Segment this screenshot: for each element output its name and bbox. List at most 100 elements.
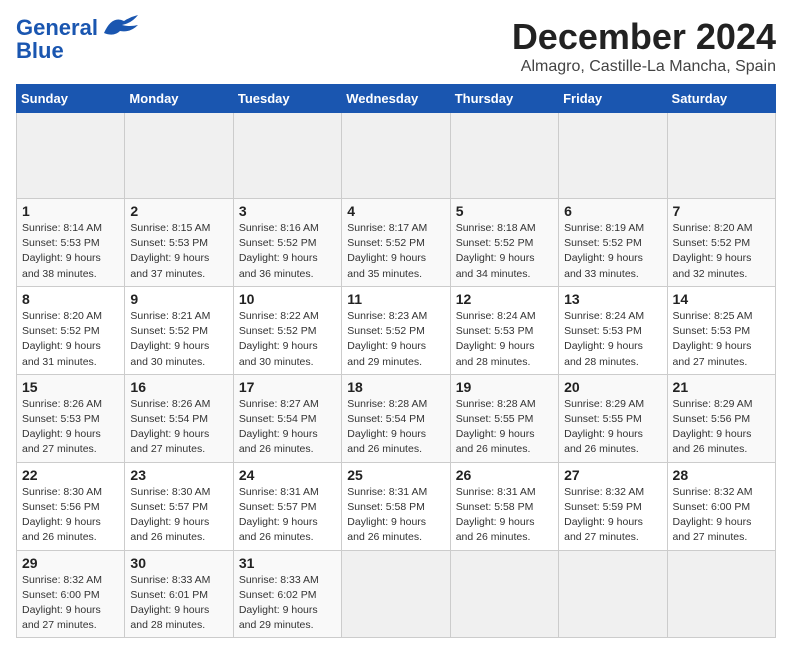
calendar-cell: 23Sunrise: 8:30 AM Sunset: 5:57 PM Dayli… xyxy=(125,462,233,550)
day-number: 27 xyxy=(564,467,661,483)
col-header-wednesday: Wednesday xyxy=(342,85,450,113)
location-title: Almagro, Castille-La Mancha, Spain xyxy=(512,58,776,76)
calendar-week-row: 22 Sunrise: 8:30 AM Sunset: 5:56 PM Dayli… xyxy=(17,462,776,550)
day-number: 9 xyxy=(130,291,227,307)
logo-bird-icon xyxy=(102,13,140,39)
calendar-cell: 26 Sunrise: 8:31 AM Sunset: 5:58 PM Dayli… xyxy=(450,462,558,550)
calendar-cell xyxy=(667,550,775,638)
day-info: Sunrise: 8:28 AM Sunset: 5:55 PM Dayligh… xyxy=(456,397,553,458)
day-number: 18 xyxy=(347,379,444,395)
day-info: Sunrise: 8:15 AM Sunset: 5:53 PM Dayligh… xyxy=(130,221,227,282)
calendar-cell: 10Sunrise: 8:22 AM Sunset: 5:52 PM Dayli… xyxy=(233,286,341,374)
calendar-week-row: 8 Sunrise: 8:20 AM Sunset: 5:52 PM Daylig… xyxy=(17,286,776,374)
day-info: Sunrise: 8:26 AM Sunset: 5:54 PM Dayligh… xyxy=(130,397,227,458)
calendar-cell: 6 Sunrise: 8:19 AM Sunset: 5:52 PM Daylig… xyxy=(559,199,667,287)
day-number: 7 xyxy=(673,203,770,219)
day-number: 20 xyxy=(564,379,661,395)
day-info: Sunrise: 8:31 AM Sunset: 5:58 PM Dayligh… xyxy=(347,485,444,546)
calendar-cell xyxy=(450,550,558,638)
calendar-cell: 17Sunrise: 8:27 AM Sunset: 5:54 PM Dayli… xyxy=(233,374,341,462)
day-number: 28 xyxy=(673,467,770,483)
day-info: Sunrise: 8:24 AM Sunset: 5:53 PM Dayligh… xyxy=(564,309,661,370)
day-number: 16 xyxy=(130,379,227,395)
calendar-cell: 19Sunrise: 8:28 AM Sunset: 5:55 PM Dayli… xyxy=(450,374,558,462)
day-number: 6 xyxy=(564,203,661,219)
page-header: General Blue December 2024 Almagro, Cast… xyxy=(16,16,776,76)
col-header-sunday: Sunday xyxy=(17,85,125,113)
day-number: 3 xyxy=(239,203,336,219)
day-info: Sunrise: 8:18 AM Sunset: 5:52 PM Dayligh… xyxy=(456,221,553,282)
day-info: Sunrise: 8:26 AM Sunset: 5:53 PM Dayligh… xyxy=(22,397,119,458)
day-info: Sunrise: 8:20 AM Sunset: 5:52 PM Dayligh… xyxy=(22,309,119,370)
day-number: 29 xyxy=(22,555,119,571)
day-number: 30 xyxy=(130,555,227,571)
calendar-cell: 16 Sunrise: 8:26 AM Sunset: 5:54 PM Dayli… xyxy=(125,374,233,462)
calendar-cell: 8 Sunrise: 8:20 AM Sunset: 5:52 PM Daylig… xyxy=(17,286,125,374)
calendar-cell: 22 Sunrise: 8:30 AM Sunset: 5:56 PM Dayli… xyxy=(17,462,125,550)
calendar-cell: 5 Sunrise: 8:18 AM Sunset: 5:52 PM Daylig… xyxy=(450,199,558,287)
day-number: 23 xyxy=(130,467,227,483)
day-info: Sunrise: 8:29 AM Sunset: 5:56 PM Dayligh… xyxy=(673,397,770,458)
day-number: 5 xyxy=(456,203,553,219)
calendar-header-row: SundayMondayTuesdayWednesdayThursdayFrid… xyxy=(17,85,776,113)
calendar-cell xyxy=(342,550,450,638)
day-info: Sunrise: 8:14 AM Sunset: 5:53 PM Dayligh… xyxy=(22,221,119,282)
day-info: Sunrise: 8:31 AM Sunset: 5:57 PM Dayligh… xyxy=(239,485,336,546)
logo-general: General xyxy=(16,15,98,40)
calendar-cell xyxy=(450,113,558,199)
calendar-table: SundayMondayTuesdayWednesdayThursdayFrid… xyxy=(16,84,776,638)
calendar-cell xyxy=(342,113,450,199)
col-header-tuesday: Tuesday xyxy=(233,85,341,113)
day-info: Sunrise: 8:31 AM Sunset: 5:58 PM Dayligh… xyxy=(456,485,553,546)
calendar-cell xyxy=(17,113,125,199)
col-header-thursday: Thursday xyxy=(450,85,558,113)
calendar-cell xyxy=(559,113,667,199)
calendar-cell: 25Sunrise: 8:31 AM Sunset: 5:58 PM Dayli… xyxy=(342,462,450,550)
day-number: 10 xyxy=(239,291,336,307)
day-number: 24 xyxy=(239,467,336,483)
day-number: 11 xyxy=(347,291,444,307)
day-number: 2 xyxy=(130,203,227,219)
calendar-week-row: 15 Sunrise: 8:26 AM Sunset: 5:53 PM Dayli… xyxy=(17,374,776,462)
calendar-week-row xyxy=(17,113,776,199)
calendar-cell: 27 Sunrise: 8:32 AM Sunset: 5:59 PM Dayli… xyxy=(559,462,667,550)
day-number: 26 xyxy=(456,467,553,483)
calendar-cell xyxy=(233,113,341,199)
calendar-cell: 3Sunrise: 8:16 AM Sunset: 5:52 PM Daylig… xyxy=(233,199,341,287)
day-info: Sunrise: 8:17 AM Sunset: 5:52 PM Dayligh… xyxy=(347,221,444,282)
calendar-cell: 28Sunrise: 8:32 AM Sunset: 6:00 PM Dayli… xyxy=(667,462,775,550)
day-number: 14 xyxy=(673,291,770,307)
day-number: 31 xyxy=(239,555,336,571)
day-number: 8 xyxy=(22,291,119,307)
calendar-cell: 11 Sunrise: 8:23 AM Sunset: 5:52 PM Dayli… xyxy=(342,286,450,374)
calendar-cell: 12Sunrise: 8:24 AM Sunset: 5:53 PM Dayli… xyxy=(450,286,558,374)
day-number: 15 xyxy=(22,379,119,395)
title-block: December 2024 Almagro, Castille-La Manch… xyxy=(512,16,776,76)
calendar-cell: 9 Sunrise: 8:21 AM Sunset: 5:52 PM Daylig… xyxy=(125,286,233,374)
calendar-cell: 4 Sunrise: 8:17 AM Sunset: 5:52 PM Daylig… xyxy=(342,199,450,287)
day-info: Sunrise: 8:32 AM Sunset: 5:59 PM Dayligh… xyxy=(564,485,661,546)
col-header-friday: Friday xyxy=(559,85,667,113)
day-info: Sunrise: 8:33 AM Sunset: 6:02 PM Dayligh… xyxy=(239,573,336,634)
calendar-cell: 21Sunrise: 8:29 AM Sunset: 5:56 PM Dayli… xyxy=(667,374,775,462)
calendar-cell: 2 Sunrise: 8:15 AM Sunset: 5:53 PM Daylig… xyxy=(125,199,233,287)
calendar-cell xyxy=(667,113,775,199)
day-info: Sunrise: 8:23 AM Sunset: 5:52 PM Dayligh… xyxy=(347,309,444,370)
calendar-cell: 29 Sunrise: 8:32 AM Sunset: 6:00 PM Dayli… xyxy=(17,550,125,638)
day-info: Sunrise: 8:25 AM Sunset: 5:53 PM Dayligh… xyxy=(673,309,770,370)
day-info: Sunrise: 8:30 AM Sunset: 5:56 PM Dayligh… xyxy=(22,485,119,546)
calendar-cell: 30Sunrise: 8:33 AM Sunset: 6:01 PM Dayli… xyxy=(125,550,233,638)
calendar-cell: 7Sunrise: 8:20 AM Sunset: 5:52 PM Daylig… xyxy=(667,199,775,287)
calendar-cell: 24 Sunrise: 8:31 AM Sunset: 5:57 PM Dayli… xyxy=(233,462,341,550)
calendar-cell: 1Sunrise: 8:14 AM Sunset: 5:53 PM Daylig… xyxy=(17,199,125,287)
calendar-week-row: 1Sunrise: 8:14 AM Sunset: 5:53 PM Daylig… xyxy=(17,199,776,287)
day-number: 22 xyxy=(22,467,119,483)
day-info: Sunrise: 8:19 AM Sunset: 5:52 PM Dayligh… xyxy=(564,221,661,282)
day-info: Sunrise: 8:32 AM Sunset: 6:00 PM Dayligh… xyxy=(22,573,119,634)
day-info: Sunrise: 8:27 AM Sunset: 5:54 PM Dayligh… xyxy=(239,397,336,458)
col-header-saturday: Saturday xyxy=(667,85,775,113)
day-info: Sunrise: 8:28 AM Sunset: 5:54 PM Dayligh… xyxy=(347,397,444,458)
day-info: Sunrise: 8:21 AM Sunset: 5:52 PM Dayligh… xyxy=(130,309,227,370)
col-header-monday: Monday xyxy=(125,85,233,113)
day-number: 4 xyxy=(347,203,444,219)
